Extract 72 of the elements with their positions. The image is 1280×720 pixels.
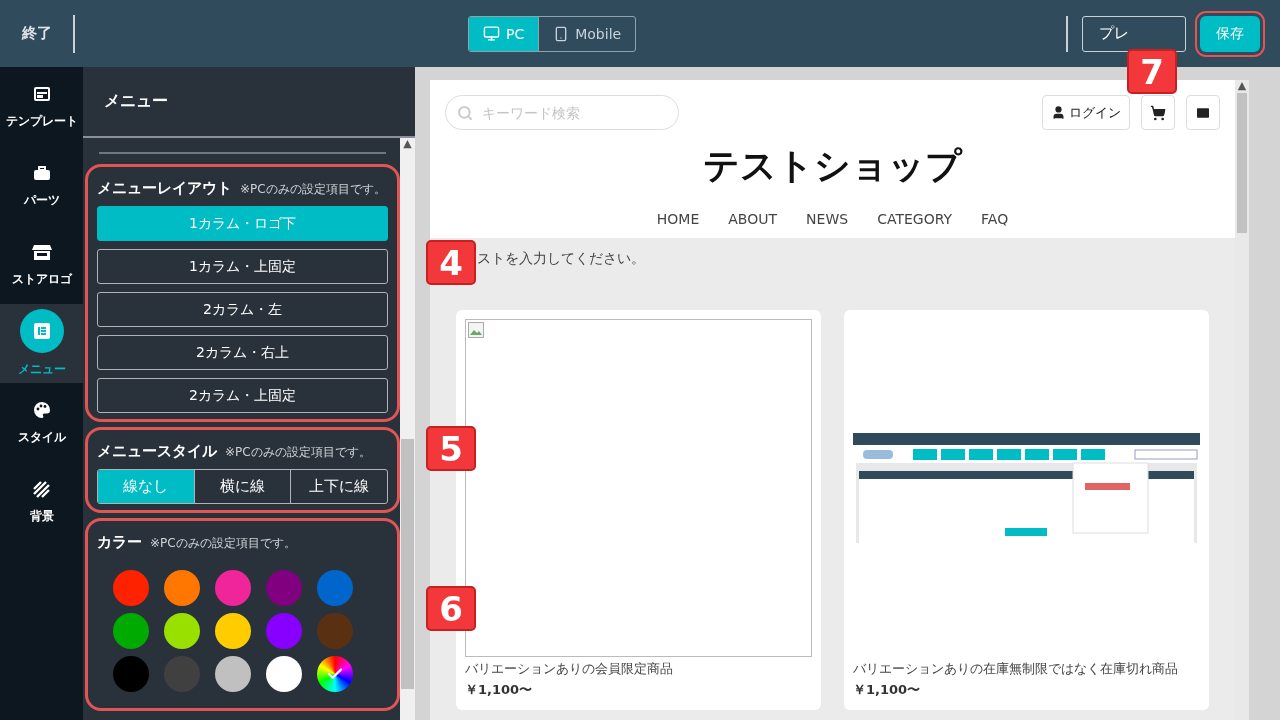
section-title: メニュースタイル (97, 442, 217, 461)
intro-text: ストを入力してください。 (477, 250, 645, 266)
scrollbar[interactable]: ▲ (1235, 80, 1249, 720)
list-icon (33, 323, 50, 339)
nav-link[interactable]: CATEGORY (877, 211, 953, 227)
custom-color-swatch[interactable] (317, 656, 353, 692)
color-swatch[interactable] (164, 570, 200, 606)
section-note: ※PCのみの設定項目です。 (225, 444, 371, 461)
sidebar-item[interactable]: パーツ (0, 146, 83, 225)
section-title: メニューレイアウト (97, 179, 232, 198)
style-option[interactable]: 上下に線 (290, 470, 387, 503)
cart-button[interactable] (1141, 95, 1175, 130)
sidebar-item[interactable]: メニュー (0, 304, 83, 383)
nav-link[interactable]: HOME (656, 211, 700, 227)
color-swatch[interactable] (317, 570, 353, 606)
search-field[interactable]: キーワード検索 (445, 95, 679, 130)
product-name: バリエーションありの会員限定商品 (465, 660, 674, 678)
login-button[interactable]: ログイン (1042, 95, 1130, 130)
callout-badge: 7 (1127, 49, 1177, 94)
product-card[interactable]: バリエーションありの在庫無制限ではなく在庫切れ商品 ￥1,100〜 (844, 310, 1209, 710)
color-swatch[interactable] (266, 656, 302, 692)
product-price: ￥1,100〜 (465, 681, 534, 699)
sidebar-item[interactable]: テンプレート (0, 67, 83, 146)
template-icon (33, 87, 50, 101)
sidebar-item[interactable]: ストアロゴ (0, 225, 83, 304)
color-swatch[interactable] (113, 570, 149, 606)
scroll-arrow[interactable]: ▲ (403, 138, 412, 149)
palette-icon (32, 401, 51, 419)
toolbox-icon (32, 165, 51, 181)
color-swatch[interactable] (317, 613, 353, 649)
callout-badge: 5 (426, 426, 476, 471)
cart-icon (1150, 104, 1166, 121)
scroll-thumb[interactable] (401, 439, 414, 689)
exit-button[interactable]: 終了 (0, 14, 75, 53)
nav-link[interactable]: FAQ (981, 211, 1009, 227)
nav-link[interactable]: NEWS (806, 211, 849, 227)
color-swatch[interactable] (266, 570, 302, 606)
section-note: ※PCのみの設定項目です。 (240, 181, 386, 198)
shop-name: テストショップ (702, 144, 964, 188)
section-note: ※PCのみの設定項目です。 (150, 535, 296, 552)
product-price: ￥1,100〜 (853, 681, 922, 699)
nav-link[interactable]: ABOUT (728, 211, 778, 227)
search-icon (457, 105, 473, 121)
color-swatch[interactable] (215, 656, 251, 692)
layout-option[interactable]: 2カラム・左 (97, 292, 388, 327)
color-swatch[interactable] (164, 613, 200, 649)
store-icon (31, 243, 52, 261)
layout-option[interactable]: 2カラム・右上 (97, 335, 388, 370)
broken-image-icon (468, 322, 484, 338)
layout-option[interactable]: 1カラム・上固定 (97, 249, 388, 284)
section-title: カラー (97, 533, 142, 552)
scroll-arrow[interactable]: ▲ (1237, 80, 1247, 91)
callout-badge: 4 (426, 240, 476, 285)
mail-button[interactable] (1186, 95, 1220, 130)
color-swatch[interactable] (113, 613, 149, 649)
color-swatch[interactable] (215, 613, 251, 649)
scroll-thumb[interactable] (1237, 93, 1247, 233)
user-icon (1051, 105, 1066, 120)
color-swatch[interactable] (266, 613, 302, 649)
scrollbar[interactable]: ▲ (400, 138, 415, 720)
product-name: バリエーションありの在庫無制限ではなく在庫切れ商品 (853, 660, 1179, 678)
monitor-icon (483, 25, 500, 42)
layout-option[interactable]: 2カラム・上固定 (97, 378, 388, 413)
callout-badge: 6 (426, 586, 476, 631)
sidebar-item[interactable]: 背景 (0, 462, 83, 541)
color-swatch[interactable] (113, 656, 149, 692)
device-tab[interactable]: Mobile (538, 16, 636, 51)
panel-title: メニュー (104, 91, 168, 112)
style-option[interactable]: 横に線 (193, 470, 291, 503)
stripes-icon (33, 480, 50, 498)
color-swatch[interactable] (215, 570, 251, 606)
sidebar-item[interactable]: スタイル (0, 383, 83, 462)
